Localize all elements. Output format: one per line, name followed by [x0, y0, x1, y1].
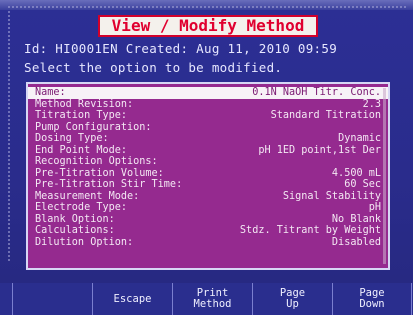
option-value: 60 Sec — [344, 179, 381, 190]
option-label: End Point Mode: — [35, 144, 128, 156]
option-label: Dosing Type: — [35, 133, 109, 144]
option-label: Titration Type: — [35, 110, 128, 121]
option-label: Measurement Mode: — [35, 190, 140, 202]
escape-label: Escape — [113, 292, 152, 305]
option-value: Dynamic — [338, 133, 381, 144]
page-down-button[interactable]: Page Down — [332, 283, 412, 315]
option-row-dilution-option[interactable]: Dilution Option: Disabled — [28, 237, 388, 249]
option-row-method-revision[interactable]: Method Revision: 2.3 — [28, 99, 388, 111]
option-value: 4.500 mL — [331, 167, 381, 179]
page-down-label-line2: Down — [359, 298, 385, 310]
option-row-pre-titration-volume[interactable]: Pre-Titration Volume: 4.500 mL — [28, 168, 388, 180]
option-label: Electrode Type: — [35, 202, 128, 213]
page-up-label-line2: Up — [286, 298, 299, 310]
page-title: View / Modify Method — [98, 15, 318, 37]
option-label: Recognition Options: — [35, 156, 158, 167]
method-id-line: Id: HI0001EN Created: Aug 11, 2010 09:59 — [24, 41, 338, 56]
option-value: 0.1N NaOH Titr. Conc. — [252, 87, 381, 98]
option-label: Name: — [35, 87, 66, 98]
option-label: Calculations: — [35, 225, 115, 236]
option-value: Standard Titration — [270, 110, 381, 121]
option-label: Method Revision: — [35, 98, 134, 110]
option-label: Blank Option: — [35, 213, 115, 225]
option-label: Dilution Option: — [35, 236, 134, 248]
option-row-end-point-mode[interactable]: End Point Mode: pH 1ED point,1st Der — [28, 145, 388, 157]
options-list: Name: 0.1N NaOH Titr. Conc. Method Revis… — [26, 82, 390, 270]
option-label: Pre-Titration Stir Time: — [35, 179, 183, 190]
option-value: Disabled — [331, 236, 381, 248]
option-row-measurement-mode[interactable]: Measurement Mode: Signal Stability — [28, 191, 388, 203]
softkey-1[interactable] — [12, 283, 92, 315]
option-value: No Blank — [331, 213, 381, 225]
option-row-dosing-type[interactable]: Dosing Type: Dynamic — [28, 133, 388, 145]
print-method-label-line2: Method — [193, 298, 232, 310]
option-row-blank-option[interactable]: Blank Option: No Blank — [28, 214, 388, 226]
option-row-titration-type[interactable]: Titration Type: Standard Titration — [28, 110, 388, 122]
option-label: Pre-Titration Volume: — [35, 167, 164, 179]
option-row-electrode-type[interactable]: Electrode Type: pH — [28, 202, 388, 214]
escape-button[interactable]: Escape — [92, 283, 172, 315]
option-value: Signal Stability — [282, 190, 381, 202]
option-value: pH — [368, 202, 381, 213]
titrator-screen: View / Modify Method Id: HI0001EN Create… — [0, 0, 413, 315]
option-value: 2.3 — [362, 98, 381, 110]
instruction-text: Select the option to be modified. — [24, 60, 283, 75]
option-row-pre-titration-stir-time[interactable]: Pre-Titration Stir Time: 60 Sec — [28, 179, 388, 191]
option-row-name[interactable]: Name: 0.1N NaOH Titr. Conc. — [28, 87, 388, 99]
option-value: Stdz. Titrant by Weight — [239, 225, 381, 236]
list-scrollbar[interactable] — [383, 88, 386, 264]
option-row-calculations[interactable]: Calculations: Stdz. Titrant by Weight — [28, 225, 388, 237]
print-method-button[interactable]: Print Method — [172, 283, 252, 315]
option-row-pump-configuration[interactable]: Pump Configuration: — [28, 122, 388, 134]
option-label: Pump Configuration: — [35, 121, 152, 133]
option-row-recognition-options[interactable]: Recognition Options: — [28, 156, 388, 168]
option-value: pH 1ED point,1st Der — [258, 144, 381, 156]
page-up-button[interactable]: Page Up — [252, 283, 332, 315]
